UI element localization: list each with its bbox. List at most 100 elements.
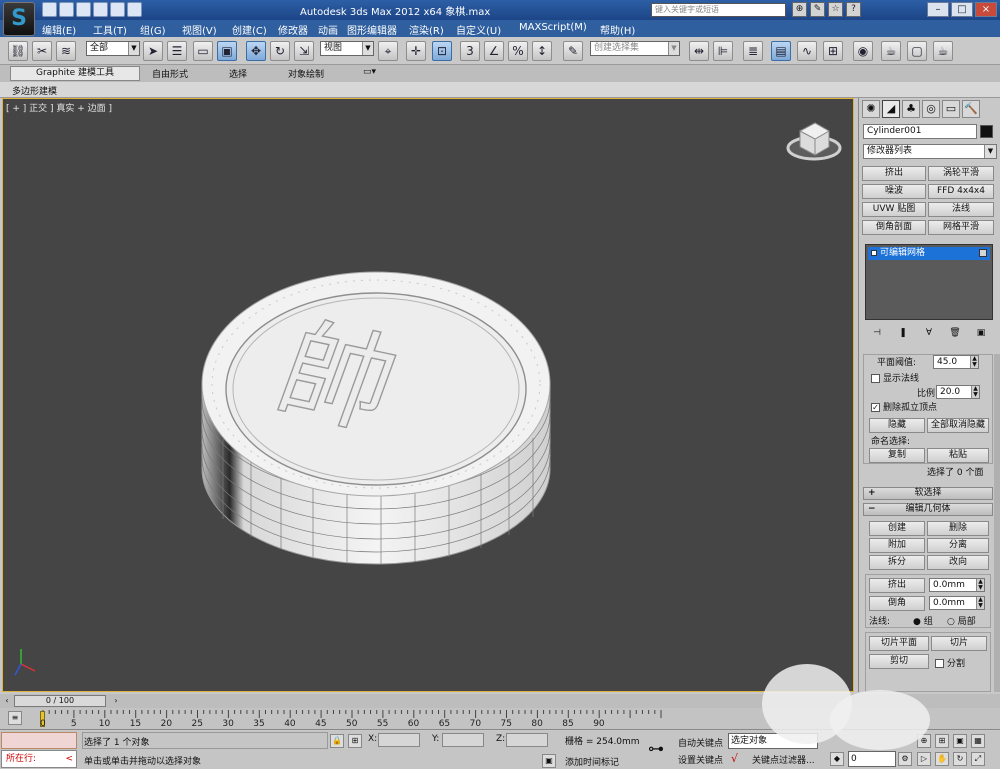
key-icon[interactable]: ⊶ [648,739,664,758]
open-file-icon[interactable] [59,2,74,17]
key-tangent-icon[interactable]: √ [731,752,738,765]
modifier-ffd-button[interactable]: FFD 4x4x4 [928,184,994,199]
viewport[interactable]: [ + ] 正交 ] 真实 + 边面 ] 帥 [2,98,854,692]
menu-view[interactable]: 视图(V) [182,22,217,37]
menu-graph-editors[interactable]: 图形编辑器 [347,22,397,37]
z-coordinate-field[interactable] [506,733,548,747]
tab-object-paint[interactable]: 对象绘制 [288,67,324,80]
menu-help[interactable]: 帮助(H) [600,22,635,37]
maximize-viewport-icon[interactable]: ⤢ [971,752,985,766]
spinner-snap-icon[interactable]: ↕ [532,41,552,61]
current-frame-field[interactable]: 0 [848,751,896,767]
select-object-icon[interactable]: ➤ [143,41,163,61]
field-of-view-icon[interactable]: ▷ [917,752,931,766]
menu-create[interactable]: 创建(C) [232,22,267,37]
curve-editor-icon[interactable]: ∿ [797,41,817,61]
view-cube-icon[interactable] [786,122,842,161]
split-checkbox[interactable]: 分割 [935,656,965,669]
normal-local-radio[interactable]: ○ 局部 [947,614,976,627]
hide-button[interactable]: 隐藏 [869,418,925,433]
absolute-mode-icon[interactable]: ⊞ [348,734,362,748]
chamfer-spinner[interactable]: 0.0mm ▲ ▼ [929,596,985,610]
move-icon[interactable]: ✥ [246,41,266,61]
key-filters-button[interactable]: 关键点过滤器... [752,753,815,766]
angle-snap-icon[interactable]: ∠ [484,41,504,61]
modifier-uvw-button[interactable]: UVW 贴图 [862,202,926,217]
menu-modifiers[interactable]: 修改器 [278,22,308,37]
minimize-icon[interactable]: – [927,2,949,17]
object-color-swatch[interactable] [980,125,993,138]
redo-icon[interactable] [110,2,125,17]
render-setup-icon[interactable]: ☕ [881,41,901,61]
motion-panel-icon[interactable]: ◎ [922,100,940,118]
menu-animation[interactable]: 动画 [318,22,338,37]
unlink-icon[interactable]: ✂ [32,41,52,61]
hierarchy-panel-icon[interactable]: ♣ [902,100,920,118]
delete-isolated-checkbox[interactable]: ✓ 删除孤立顶点 [871,400,937,413]
zoom-extents-all-icon[interactable]: ▦ [971,734,985,748]
save-icon[interactable] [76,2,91,17]
modifier-bevel-profile-button[interactable]: 倒角剖面 [862,220,926,235]
create-button[interactable]: 创建 [869,521,925,536]
tab-freeform[interactable]: 自由形式 [152,67,188,80]
ribbon-panel-label[interactable]: 多边形建模 [12,84,57,97]
make-unique-icon[interactable]: ∀ [919,326,939,340]
orbit-icon[interactable]: ↻ [953,752,967,766]
percent-snap-icon[interactable]: % [508,41,528,61]
scale-icon[interactable]: ⇲ [294,41,314,61]
chamfer-button[interactable]: 倒角 [869,596,925,611]
auto-key-label[interactable]: 自动关键点 [678,736,723,749]
menu-tools[interactable]: 工具(T) [93,22,127,37]
search-input[interactable]: 键入关键字或短语 [651,3,786,17]
select-by-name-icon[interactable]: ☰ [167,41,187,61]
threshold-spinner[interactable]: 45.0 ▲ ▼ [933,355,979,369]
ribbon-options-icon[interactable]: ▭▾ [363,67,376,77]
turn-button[interactable]: 改向 [927,555,989,570]
display-panel-icon[interactable]: ▭ [942,100,960,118]
maxscript-mini-listener[interactable]: 所在行: < [1,750,77,768]
menu-maxscript[interactable]: MAXScript(M) [519,22,587,33]
binoculars-icon[interactable]: ⊕ [792,2,807,17]
slice-plane-button[interactable]: 切片平面 [869,636,929,651]
pin-stack-icon[interactable]: ⊣ [867,326,887,340]
maximize-icon[interactable]: □ [951,2,973,17]
stack-item-editable-mesh[interactable]: 可编辑网格 [868,247,990,260]
app-logo-icon[interactable]: S [3,2,35,36]
expand-icon[interactable] [871,250,877,256]
undo-icon[interactable] [93,2,108,17]
show-end-result-icon[interactable]: ❚ [893,326,913,340]
configure-sets-icon[interactable]: ▣ [971,326,991,340]
new-file-icon[interactable] [42,2,57,17]
edit-named-selection-icon[interactable]: ✎ [563,41,583,61]
cut-button[interactable]: 剪切 [869,654,929,669]
pivot-center-icon[interactable]: ⌖ [378,41,398,61]
detach-button[interactable]: 分离 [927,538,989,553]
prev-frame-icon[interactable]: ‹ [2,695,12,707]
slice-button[interactable]: 切片 [931,636,987,651]
edit-geometry-rollout[interactable]: − 编辑几何体 [863,503,993,516]
project-folder-icon[interactable] [127,2,142,17]
y-coordinate-field[interactable] [442,733,484,747]
modifier-normal-button[interactable]: 法线 [928,202,994,217]
rendered-frame-icon[interactable]: ▢ [907,41,927,61]
copy-button[interactable]: 复制 [869,448,925,463]
normal-group-radio[interactable]: ● 组 [913,614,933,627]
modify-panel-icon[interactable]: ◢ [882,100,900,118]
pan-icon[interactable]: ✋ [935,752,949,766]
bind-space-warp-icon[interactable]: ≋ [56,41,76,61]
link-icon[interactable]: ⛓ [8,41,28,61]
menu-edit[interactable]: 编辑(E) [42,22,76,37]
mirror-icon[interactable]: ⇹ [689,41,709,61]
graphite-toggle-icon[interactable]: ▤ [771,41,791,61]
utilities-panel-icon[interactable]: 🔨 [962,100,980,118]
menu-customize[interactable]: 自定义(U) [456,22,501,37]
x-coordinate-field[interactable] [378,733,420,747]
align-icon[interactable]: ⊫ [713,41,733,61]
star-icon[interactable]: ☆ [828,2,843,17]
help-icon[interactable]: ? [846,2,861,17]
material-editor-icon[interactable]: ◉ [853,41,873,61]
paste-button[interactable]: 粘贴 [927,448,989,463]
tools-icon[interactable]: ✎ [810,2,825,17]
time-config-icon[interactable]: ⚙ [898,752,912,766]
command-panel-scrollbar[interactable] [994,354,1000,692]
